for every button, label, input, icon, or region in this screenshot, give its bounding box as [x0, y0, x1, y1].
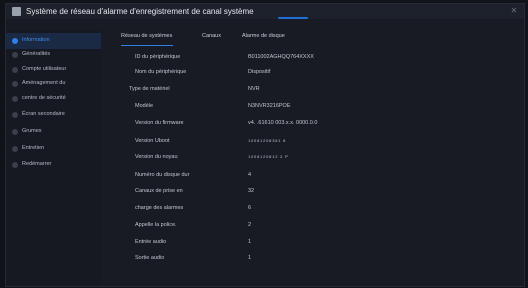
tab-system-network[interactable]: Réseau de systèmes [121, 32, 172, 41]
info-value: 4 [248, 172, 252, 178]
info-label: charge des alarmes [135, 205, 184, 211]
sidebar-item-label: centre de sécurité [22, 95, 66, 101]
layout-icon [12, 81, 18, 87]
info-value: 2 [248, 222, 252, 228]
wrench-icon [12, 146, 18, 152]
info-value: 1 [248, 239, 252, 245]
info-label: ID du périphérique [135, 54, 181, 60]
sidebar-item-maintenance[interactable]: Entretien [6, 141, 101, 157]
info-row: Entrée audio 1 [109, 237, 509, 247]
tab-disk-alarm[interactable]: Alarme de disque [242, 32, 285, 41]
info-row: charge des alarmes 6 [109, 203, 509, 213]
info-label: Modèle [135, 103, 154, 109]
info-value: v4. .61610 003.x.x. 0000.0.0 [248, 120, 318, 126]
sidebar-item-secondary-screen[interactable]: Écran secondaire [6, 107, 101, 123]
sidebar-item-logs[interactable]: Grumes [6, 124, 101, 140]
info-row: Sortie audio 1 [109, 253, 509, 263]
window-title: Système de réseau d'alarme d'enregistrem… [26, 7, 254, 16]
sidebar-item-restart[interactable]: Redémarrer [6, 157, 101, 173]
info-row: Numéro du disque dur 4 [109, 170, 509, 180]
main-panel: Réseau de systèmes Canaux Alarme de disq… [109, 30, 519, 280]
info-row: Modèle N3NVR3216POE [109, 101, 509, 111]
settings-icon [12, 52, 18, 58]
sidebar-item-label: Redémarrer [22, 161, 52, 167]
shield-icon [12, 96, 18, 102]
sidebar-item-label: Généralités [22, 51, 51, 57]
info-row: Version du noyau 1008120812 2 P [109, 152, 509, 162]
info-value: 1008120812 2 P [248, 154, 289, 159]
info-row: Version du firmware v4. .61610 003.x.x. … [109, 118, 509, 128]
info-label: Numéro du disque dur [135, 172, 190, 178]
info-value: 6 [248, 205, 252, 211]
user-icon [12, 67, 18, 73]
sidebar-item-label: Compte utilisateur [22, 66, 67, 72]
log-icon [12, 129, 18, 135]
info-label: Canaux de prise en [135, 188, 183, 194]
info-value: B011002AGHQQ764XXXX [248, 54, 314, 60]
sidebar-item-layout[interactable]: Aménagement du [6, 76, 101, 92]
info-label: Version Uboot [135, 138, 170, 144]
app-logo-icon [12, 7, 21, 16]
sidebar-item-security-center[interactable]: centre de sécurité [6, 91, 101, 107]
info-value: NVR [248, 86, 260, 92]
info-row: Canaux de prise en 32 [109, 186, 509, 196]
sidebar: Information Généralités Compte utilisate… [6, 30, 101, 286]
info-value: 1 [248, 255, 252, 261]
info-row: ID du périphérique B011002AGHQQ764XXXX [109, 52, 509, 62]
info-value: 10081208361 8 [248, 138, 287, 143]
info-label: Nom du périphérique [135, 69, 187, 75]
sidebar-item-label: Grumes [22, 128, 42, 134]
tab-channels[interactable]: Canaux [202, 32, 221, 41]
info-value: N3NVR3216POE [248, 103, 291, 109]
info-label: Entrée audio [135, 239, 167, 245]
sidebar-item-label: Information [22, 37, 50, 43]
title-bar: Système de réseau d'alarme d'enregistrem… [6, 4, 524, 19]
close-icon[interactable]: ✕ [509, 6, 519, 16]
restart-icon [12, 162, 18, 168]
info-value: Dispositif [248, 69, 271, 75]
sidebar-item-label: Entretien [22, 145, 45, 151]
sidebar-item-label: Aménagement du [22, 80, 66, 86]
info-label: Sortie audio [135, 255, 165, 261]
info-row: Nom du périphérique Dispositif [109, 67, 509, 77]
active-tab-indicator [121, 45, 173, 46]
sidebar-item-label: Écran secondaire [22, 111, 65, 117]
info-label: Version du noyau [135, 154, 178, 160]
info-label: Version du firmware [135, 120, 184, 126]
info-row: Type de matériel NVR [109, 84, 509, 94]
monitor-icon [12, 112, 18, 118]
info-row: Version Uboot 10081208361 8 [109, 136, 509, 146]
info-value: 32 [248, 188, 255, 194]
title-indicator [278, 17, 308, 19]
info-label: Type de matériel [129, 86, 170, 92]
sidebar-item-general[interactable]: Généralités [6, 47, 101, 63]
info-icon [12, 38, 18, 44]
info-label: Appelle la police. [135, 222, 177, 228]
app-window: Système de réseau d'alarme d'enregistrem… [5, 3, 525, 287]
info-row: Appelle la police. 2 [109, 220, 509, 230]
